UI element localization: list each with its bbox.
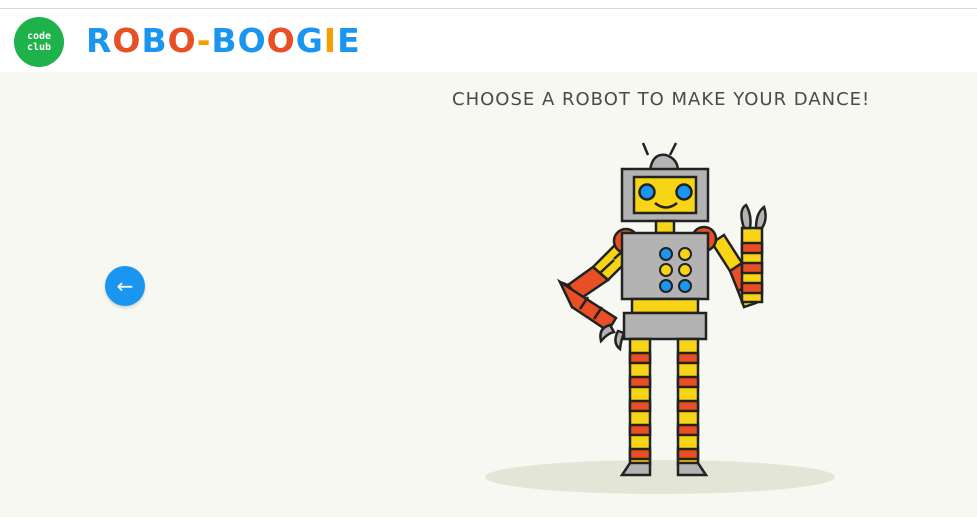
title-letter: G bbox=[295, 20, 324, 60]
robot-waving-icon bbox=[485, 142, 835, 494]
title-letter: O bbox=[266, 20, 296, 60]
code-club-logo-line1: code bbox=[26, 31, 52, 42]
browser-top-strip bbox=[0, 0, 977, 9]
title-letter: O bbox=[112, 20, 142, 60]
code-club-logo-line2: club bbox=[26, 42, 52, 53]
title-letter: O bbox=[167, 20, 197, 60]
bottom-strip bbox=[0, 517, 977, 523]
title-letter: O bbox=[237, 20, 267, 60]
back-button[interactable]: ← bbox=[105, 266, 145, 306]
title-letter: B bbox=[141, 20, 168, 60]
page-instruction: CHOOSE A ROBOT TO MAKE YOUR DANCE! bbox=[452, 89, 871, 110]
title-letter: B bbox=[211, 20, 238, 60]
code-club-logo[interactable]: code club bbox=[14, 17, 64, 67]
robot-selector[interactable] bbox=[480, 135, 840, 500]
header-bar: code club ROBO-BOOGIE bbox=[0, 9, 977, 72]
title-letter: - bbox=[196, 20, 212, 60]
arrow-left-icon: ← bbox=[116, 274, 134, 298]
title-letter: R bbox=[86, 20, 113, 60]
title-letter: I bbox=[323, 20, 338, 60]
robo-boogie-logo: ROBO-BOOGIE bbox=[86, 20, 361, 60]
title-letter: E bbox=[337, 20, 361, 60]
